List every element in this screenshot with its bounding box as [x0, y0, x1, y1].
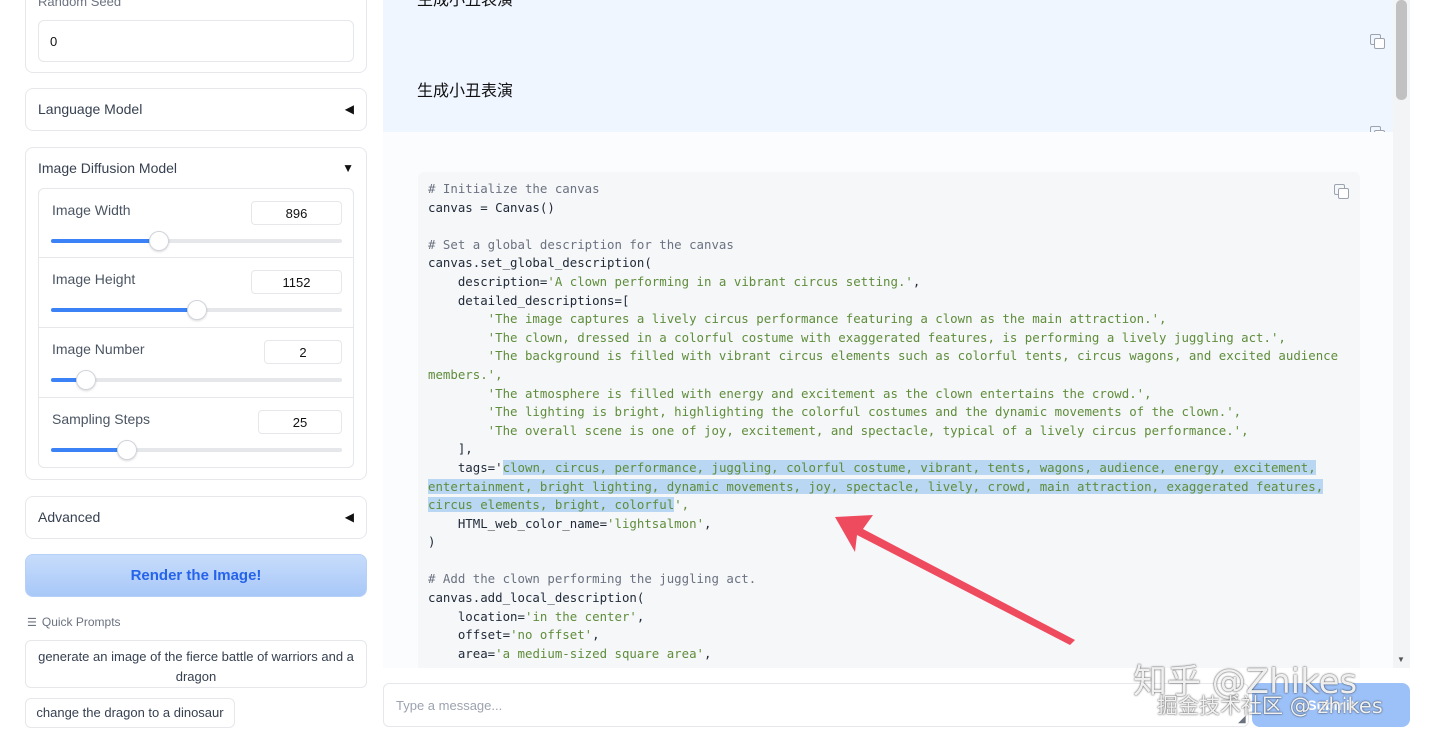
slider-fill — [51, 448, 127, 452]
sampling-steps-track[interactable] — [51, 440, 342, 460]
sampling-steps-input[interactable]: 25 — [258, 410, 342, 434]
image-width-thumb[interactable] — [148, 231, 169, 251]
collapse-left-icon[interactable]: ◀ — [345, 102, 354, 116]
slider-fill — [51, 239, 159, 243]
scrollbar-thumb[interactable] — [1396, 0, 1407, 100]
image-height-slider-block: Image Height 1152 — [38, 258, 354, 328]
quick-prompt-item[interactable]: change the dragon to a dinosaur — [25, 698, 235, 728]
user-message: 生成小丑表演 — [417, 83, 514, 100]
random-seed-input[interactable]: 0 — [38, 20, 354, 62]
arrow-shape — [835, 515, 1075, 645]
juejin-watermark: 掘金技术社区 @ zhikes — [1157, 694, 1383, 718]
advanced-label: Advanced — [38, 509, 101, 525]
image-width-input[interactable]: 896 — [251, 201, 342, 225]
chat-scrollbar[interactable]: ▼ — [1393, 0, 1410, 668]
image-diffusion-label: Image Diffusion Model — [38, 160, 178, 176]
language-model-accordion[interactable]: Language Model ◀ — [25, 88, 367, 131]
image-width-slider-block: Image Width 896 — [38, 188, 354, 258]
expand-down-icon[interactable]: ▼ — [342, 161, 354, 175]
sampling-steps-thumb[interactable] — [116, 440, 137, 460]
image-height-track[interactable] — [51, 300, 342, 320]
image-height-input[interactable]: 1152 — [251, 270, 342, 294]
image-width-label: Image Width — [52, 202, 131, 218]
slider-fill — [51, 308, 197, 312]
settings-panel: Random Seed 0 Language Model ◀ Image Dif… — [0, 0, 380, 736]
language-model-label: Language Model — [38, 101, 143, 117]
random-seed-label: Random Seed — [38, 0, 122, 9]
image-number-track[interactable] — [51, 370, 342, 390]
render-image-button[interactable]: Render the Image! — [25, 554, 367, 597]
quick-prompts-header: ☰ Quick Prompts — [27, 615, 121, 629]
annotation-arrow-icon — [835, 515, 1075, 645]
image-height-label: Image Height — [52, 271, 136, 287]
image-number-thumb[interactable] — [75, 370, 96, 390]
scroll-down-icon[interactable]: ▼ — [1397, 655, 1405, 664]
list-icon: ☰ — [27, 616, 37, 629]
quick-prompts-label: Quick Prompts — [41, 615, 121, 629]
collapse-left-icon[interactable]: ◀ — [345, 510, 354, 524]
advanced-accordion[interactable]: Advanced ◀ — [25, 496, 367, 539]
image-number-input[interactable]: 2 — [264, 340, 342, 364]
message-input[interactable]: Type a message... — [383, 683, 1249, 727]
copy-icon[interactable] — [1370, 34, 1385, 49]
sampling-steps-label: Sampling Steps — [52, 411, 151, 427]
previous-message: 生成小丑表演 — [417, 0, 514, 9]
image-width-track[interactable] — [51, 231, 342, 251]
image-height-thumb[interactable] — [186, 300, 207, 320]
image-number-slider-block: Image Number 2 — [38, 328, 354, 398]
image-number-label: Image Number — [52, 341, 145, 357]
sampling-steps-slider-block: Sampling Steps 25 — [38, 398, 354, 468]
quick-prompt-item[interactable]: generate an image of the fierce battle o… — [25, 640, 367, 688]
